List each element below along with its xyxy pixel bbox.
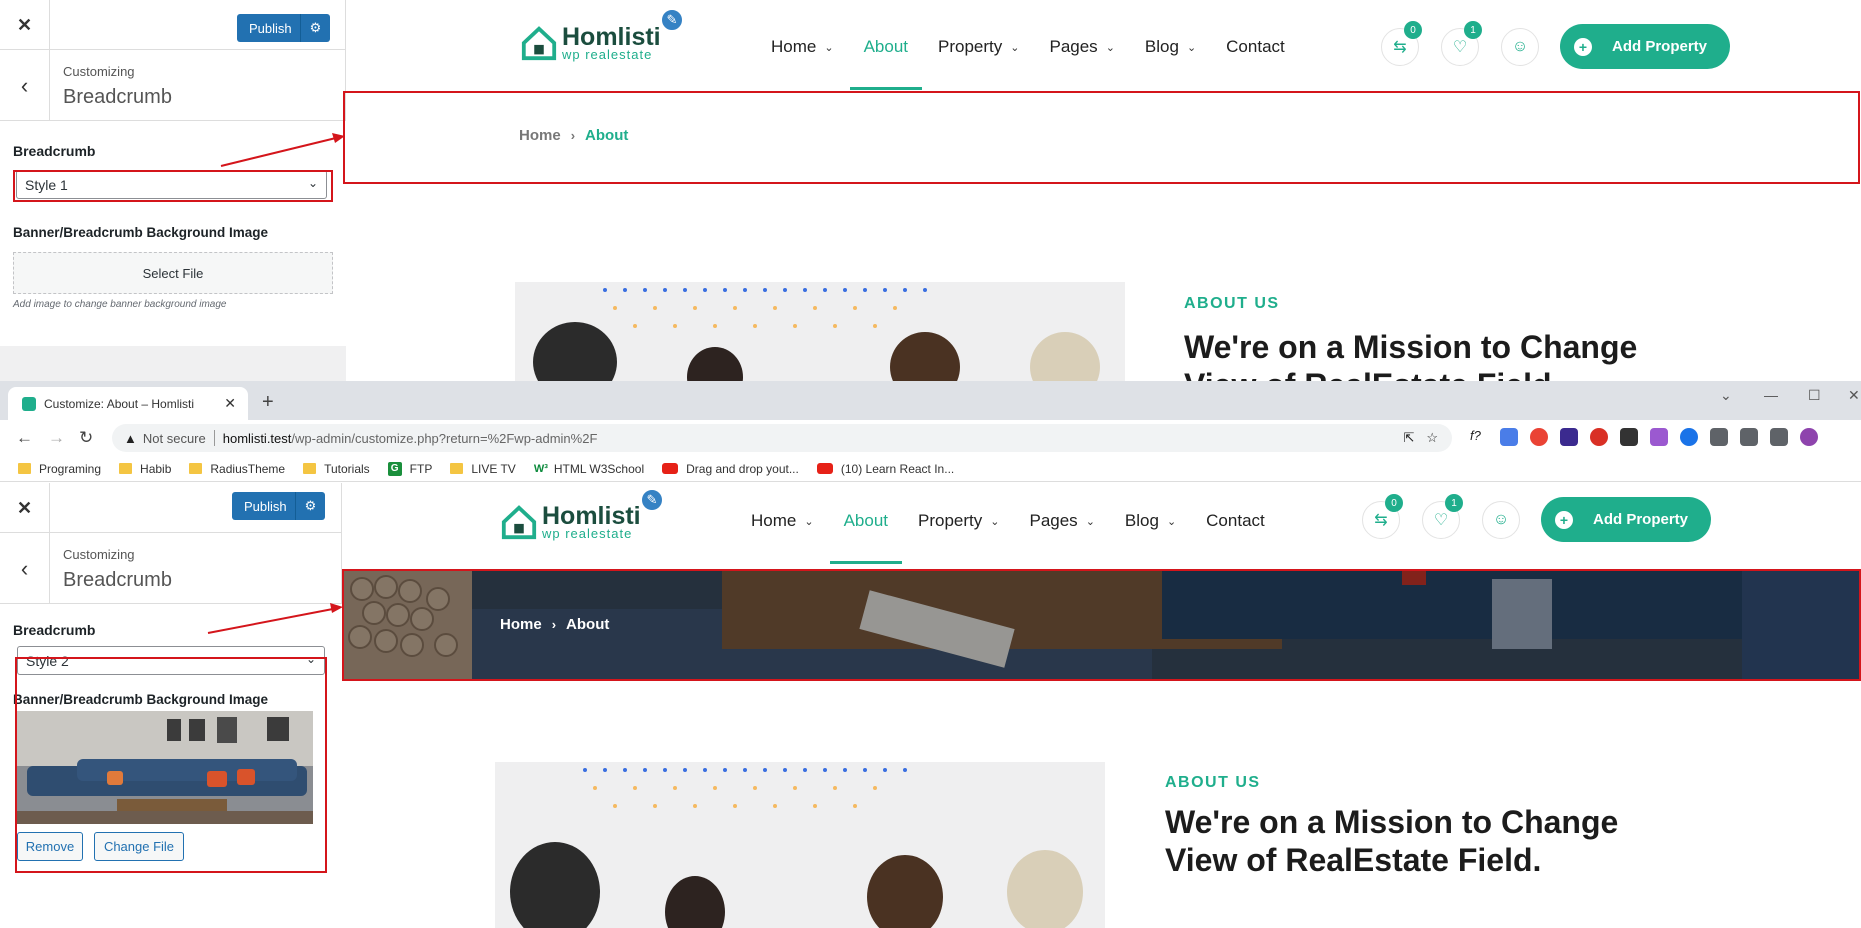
translate-extension-icon[interactable] [1500, 428, 1518, 446]
folder-icon [18, 463, 31, 474]
calendar-extension-icon[interactable] [1560, 428, 1578, 446]
new-tab-icon[interactable]: + [262, 391, 274, 414]
fx-extension-icon[interactable]: f? [1470, 428, 1488, 446]
address-bar[interactable]: ▲ Not secure homlisti.test/wp-admin/cust… [112, 424, 1452, 452]
screenshot-style-1: ✕ Publish ⚙ ‹ Customizing Breadcrumb Bre… [0, 0, 1861, 381]
minimize-icon[interactable]: — [1764, 387, 1778, 403]
close-tab-icon[interactable]: ✕ [224, 395, 236, 412]
not-secure-label: Not secure [142, 430, 206, 446]
about-heading: We're on a Mission to ChangeView of Real… [1184, 329, 1638, 381]
folder-icon [189, 463, 203, 474]
reading-list-icon[interactable] [1740, 428, 1758, 446]
bookmark-item[interactable]: RadiusTheme [189, 462, 285, 476]
warning-icon: ▲ [124, 430, 137, 446]
browser-tab[interactable]: Customize: About – Homlisti ✕ [8, 387, 248, 420]
bookmark-item[interactable]: G FTP [387, 461, 432, 476]
bookmarks-bar: Programing Habib RadiusTheme Tutorials G… [0, 456, 1861, 482]
omnibox-divider [213, 430, 215, 446]
tab-search-icon[interactable]: ⌄ [1720, 387, 1732, 404]
maximize-icon[interactable]: ☐ [1808, 387, 1821, 404]
about-heading: We're on a Mission to ChangeView of Real… [1165, 804, 1619, 878]
about-kicker: ABOUT US [1165, 774, 1261, 791]
folder-icon [303, 463, 317, 474]
screenshot-style-2: Customize: About – Homlisti ✕ + ⌄ — ☐ ✕ … [0, 381, 1861, 928]
feather-extension-icon[interactable] [1650, 428, 1668, 446]
bookmark-item[interactable]: Drag and drop yout... [662, 462, 799, 476]
team-photo-illustration [515, 282, 1125, 381]
folder-icon [450, 463, 464, 474]
close-window-icon[interactable]: ✕ [1848, 387, 1860, 404]
lock-extension-icon[interactable] [1620, 428, 1638, 446]
browser-tab-strip: Customize: About – Homlisti ✕ + ⌄ — ☐ ✕ [0, 381, 1861, 420]
refresh-extension-icon[interactable] [1680, 428, 1698, 446]
site-favicon-icon [22, 396, 36, 411]
c-extension-icon[interactable] [1590, 428, 1608, 446]
sidepanel-icon[interactable] [1770, 428, 1788, 446]
profile-avatar[interactable] [1800, 428, 1818, 446]
about-team-photo [495, 762, 1105, 928]
bookmark-item[interactable]: Programing [18, 462, 101, 476]
share-icon[interactable]: ⇱ [1403, 430, 1414, 446]
w3-icon: W³ [533, 462, 548, 475]
youtube-icon [816, 463, 833, 474]
about-kicker: ABOUT US [1184, 295, 1280, 312]
back-arrow-icon[interactable]: ← [16, 428, 33, 448]
puzzle-icon[interactable] [1710, 428, 1728, 446]
reload-icon[interactable]: ↻ [79, 428, 93, 448]
bookmark-item[interactable]: LIVE TV [450, 462, 516, 476]
bookmark-item[interactable]: Tutorials [303, 462, 370, 476]
bookmark-item[interactable]: Habib [119, 462, 171, 476]
bookmark-item[interactable]: (10) Learn React In... [816, 462, 954, 476]
folder-icon [119, 463, 133, 474]
team-photo-illustration [495, 762, 1105, 928]
about-team-photo [515, 282, 1125, 381]
color-extension-icon[interactable] [1530, 428, 1548, 446]
forward-arrow-icon[interactable]: → [48, 428, 65, 448]
browser-toolbar: ← → ↻ ▲ Not secure homlisti.test/wp-admi… [0, 420, 1861, 456]
url-host: homlisti.test [222, 430, 292, 446]
bookmark-item[interactable]: W³ HTML W3School [534, 462, 644, 476]
g-badge-icon: G [387, 461, 402, 476]
youtube-icon [662, 463, 679, 474]
tab-title: Customize: About – Homlisti [44, 396, 195, 411]
browser-viewport: ✕ Publish ⚙ ‹ Customizing Breadcrumb Bre… [0, 483, 1861, 928]
star-icon[interactable]: ☆ [1426, 430, 1438, 446]
url-path: /wp-admin/customize.php?return=%2Fwp-adm… [291, 430, 598, 446]
